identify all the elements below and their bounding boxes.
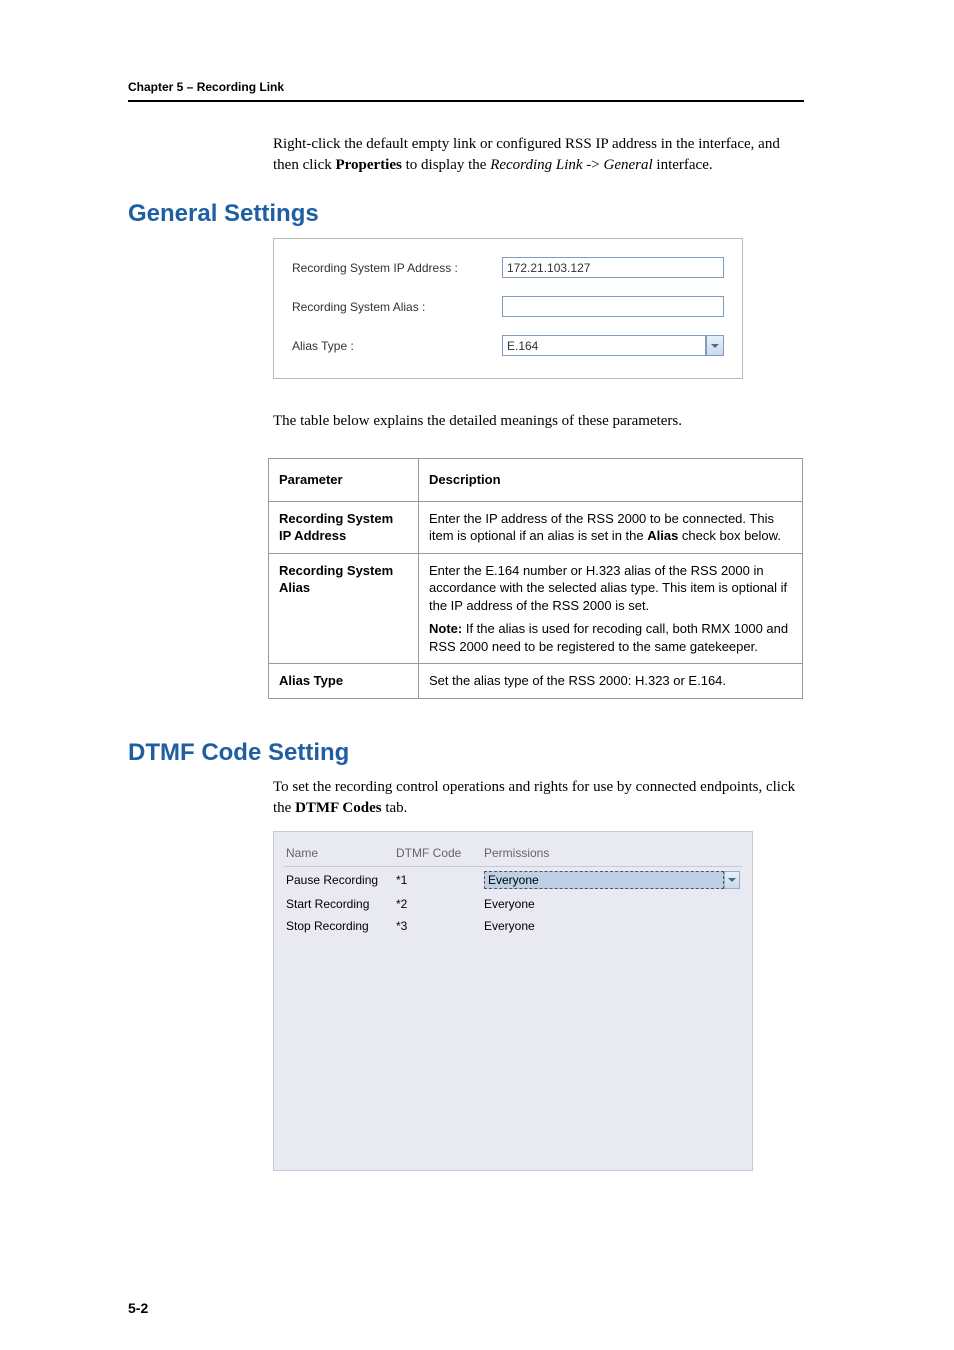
alias-input[interactable] — [502, 296, 724, 317]
alias-type-value: E.164 — [502, 335, 706, 356]
dtmf-codes-panel: Name DTMF Code Permissions Pause Recordi… — [273, 831, 753, 1171]
intro-text-3: -> — [583, 157, 604, 173]
ip-address-label: Recording System IP Address : — [292, 261, 502, 275]
table-intro-text: The table below explains the detailed me… — [273, 413, 804, 430]
param-desc-type: Set the alias type of the RSS 2000: H.32… — [419, 664, 803, 699]
parameter-table: Parameter Description Recording System I… — [268, 458, 803, 699]
param-table-header: Parameter Description — [269, 459, 803, 502]
form-row-alias: Recording System Alias : — [292, 296, 724, 317]
dtmf-intro-bold: DTMF Codes — [295, 800, 382, 816]
param-row-ip: Recording System IP Address Enter the IP… — [269, 501, 803, 553]
dtmf-name-pause: Pause Recording — [286, 873, 396, 887]
general-settings-form: Recording System IP Address : 172.21.103… — [273, 238, 743, 379]
dtmf-row-start[interactable]: Start Recording *2 Everyone — [284, 893, 742, 915]
intro-text-2: to display the — [402, 157, 490, 173]
param-desc-alias: Enter the E.164 number or H.323 alias of… — [419, 553, 803, 664]
dtmf-code-stop: *3 — [396, 919, 484, 933]
dtmf-perm-pause-value: Everyone — [484, 871, 724, 889]
param-row-type: Alias Type Set the alias type of the RSS… — [269, 664, 803, 699]
param-desc-ip: Enter the IP address of the RSS 2000 to … — [419, 501, 803, 553]
dtmf-header-row: Name DTMF Code Permissions — [284, 842, 742, 867]
intro-italic-general: General — [604, 157, 653, 173]
param-label-type: Alias Type — [269, 664, 419, 699]
dtmf-row-pause[interactable]: Pause Recording *1 Everyone — [284, 867, 742, 893]
param-row-alias: Recording System Alias Enter the E.164 n… — [269, 553, 803, 664]
intro-paragraph: Right-click the default empty link or co… — [273, 134, 804, 176]
chapter-header: Chapter 5 – Recording Link — [128, 80, 804, 94]
form-row-alias-type: Alias Type : E.164 — [292, 335, 724, 356]
section-heading-general-settings: General Settings — [128, 200, 804, 228]
param-desc-alias-a: Enter the E.164 number or H.323 alias of… — [429, 562, 792, 615]
intro-italic-recording-link: Recording Link — [490, 157, 582, 173]
page-number: 5-2 — [128, 1300, 148, 1316]
param-desc-ip-c: check box below. — [678, 528, 781, 543]
dtmf-name-stop: Stop Recording — [286, 919, 396, 933]
dtmf-row-stop[interactable]: Stop Recording *3 Everyone — [284, 915, 742, 937]
section-heading-dtmf: DTMF Code Setting — [128, 739, 804, 767]
dtmf-header-name[interactable]: Name — [286, 846, 396, 860]
dtmf-header-permissions[interactable]: Permissions — [484, 846, 740, 860]
param-desc-alias-note: Note: If the alias is used for recoding … — [429, 620, 792, 655]
param-label-ip: Recording System IP Address — [269, 501, 419, 553]
form-row-ip: Recording System IP Address : 172.21.103… — [292, 257, 724, 278]
dtmf-perm-pause[interactable]: Everyone — [484, 871, 740, 889]
param-note-label: Note: — [429, 621, 462, 636]
dtmf-code-pause: *1 — [396, 873, 484, 887]
header-rule — [128, 100, 804, 102]
chevron-down-icon — [711, 344, 719, 348]
dtmf-intro-2: tab. — [382, 800, 408, 816]
dtmf-perm-pause-dropdown[interactable] — [724, 871, 740, 889]
alias-type-dropdown-button[interactable] — [706, 335, 724, 356]
dtmf-perm-stop: Everyone — [484, 919, 740, 933]
param-label-alias: Recording System Alias — [269, 553, 419, 664]
param-desc-ip-b: Alias — [647, 528, 678, 543]
param-header-description: Description — [419, 459, 803, 502]
alias-label: Recording System Alias : — [292, 300, 502, 314]
dtmf-name-start: Start Recording — [286, 897, 396, 911]
intro-bold-properties: Properties — [335, 157, 401, 173]
param-header-parameter: Parameter — [269, 459, 419, 502]
ip-address-input[interactable]: 172.21.103.127 — [502, 257, 724, 278]
intro-text-4: interface. — [653, 157, 713, 173]
dtmf-header-code[interactable]: DTMF Code — [396, 846, 484, 860]
dtmf-perm-start: Everyone — [484, 897, 740, 911]
param-note-text: If the alias is used for recoding call, … — [429, 621, 788, 654]
dtmf-code-start: *2 — [396, 897, 484, 911]
alias-type-select[interactable]: E.164 — [502, 335, 724, 356]
alias-type-label: Alias Type : — [292, 339, 502, 353]
chevron-down-icon — [728, 878, 736, 882]
dtmf-intro-paragraph: To set the recording control operations … — [273, 777, 804, 819]
